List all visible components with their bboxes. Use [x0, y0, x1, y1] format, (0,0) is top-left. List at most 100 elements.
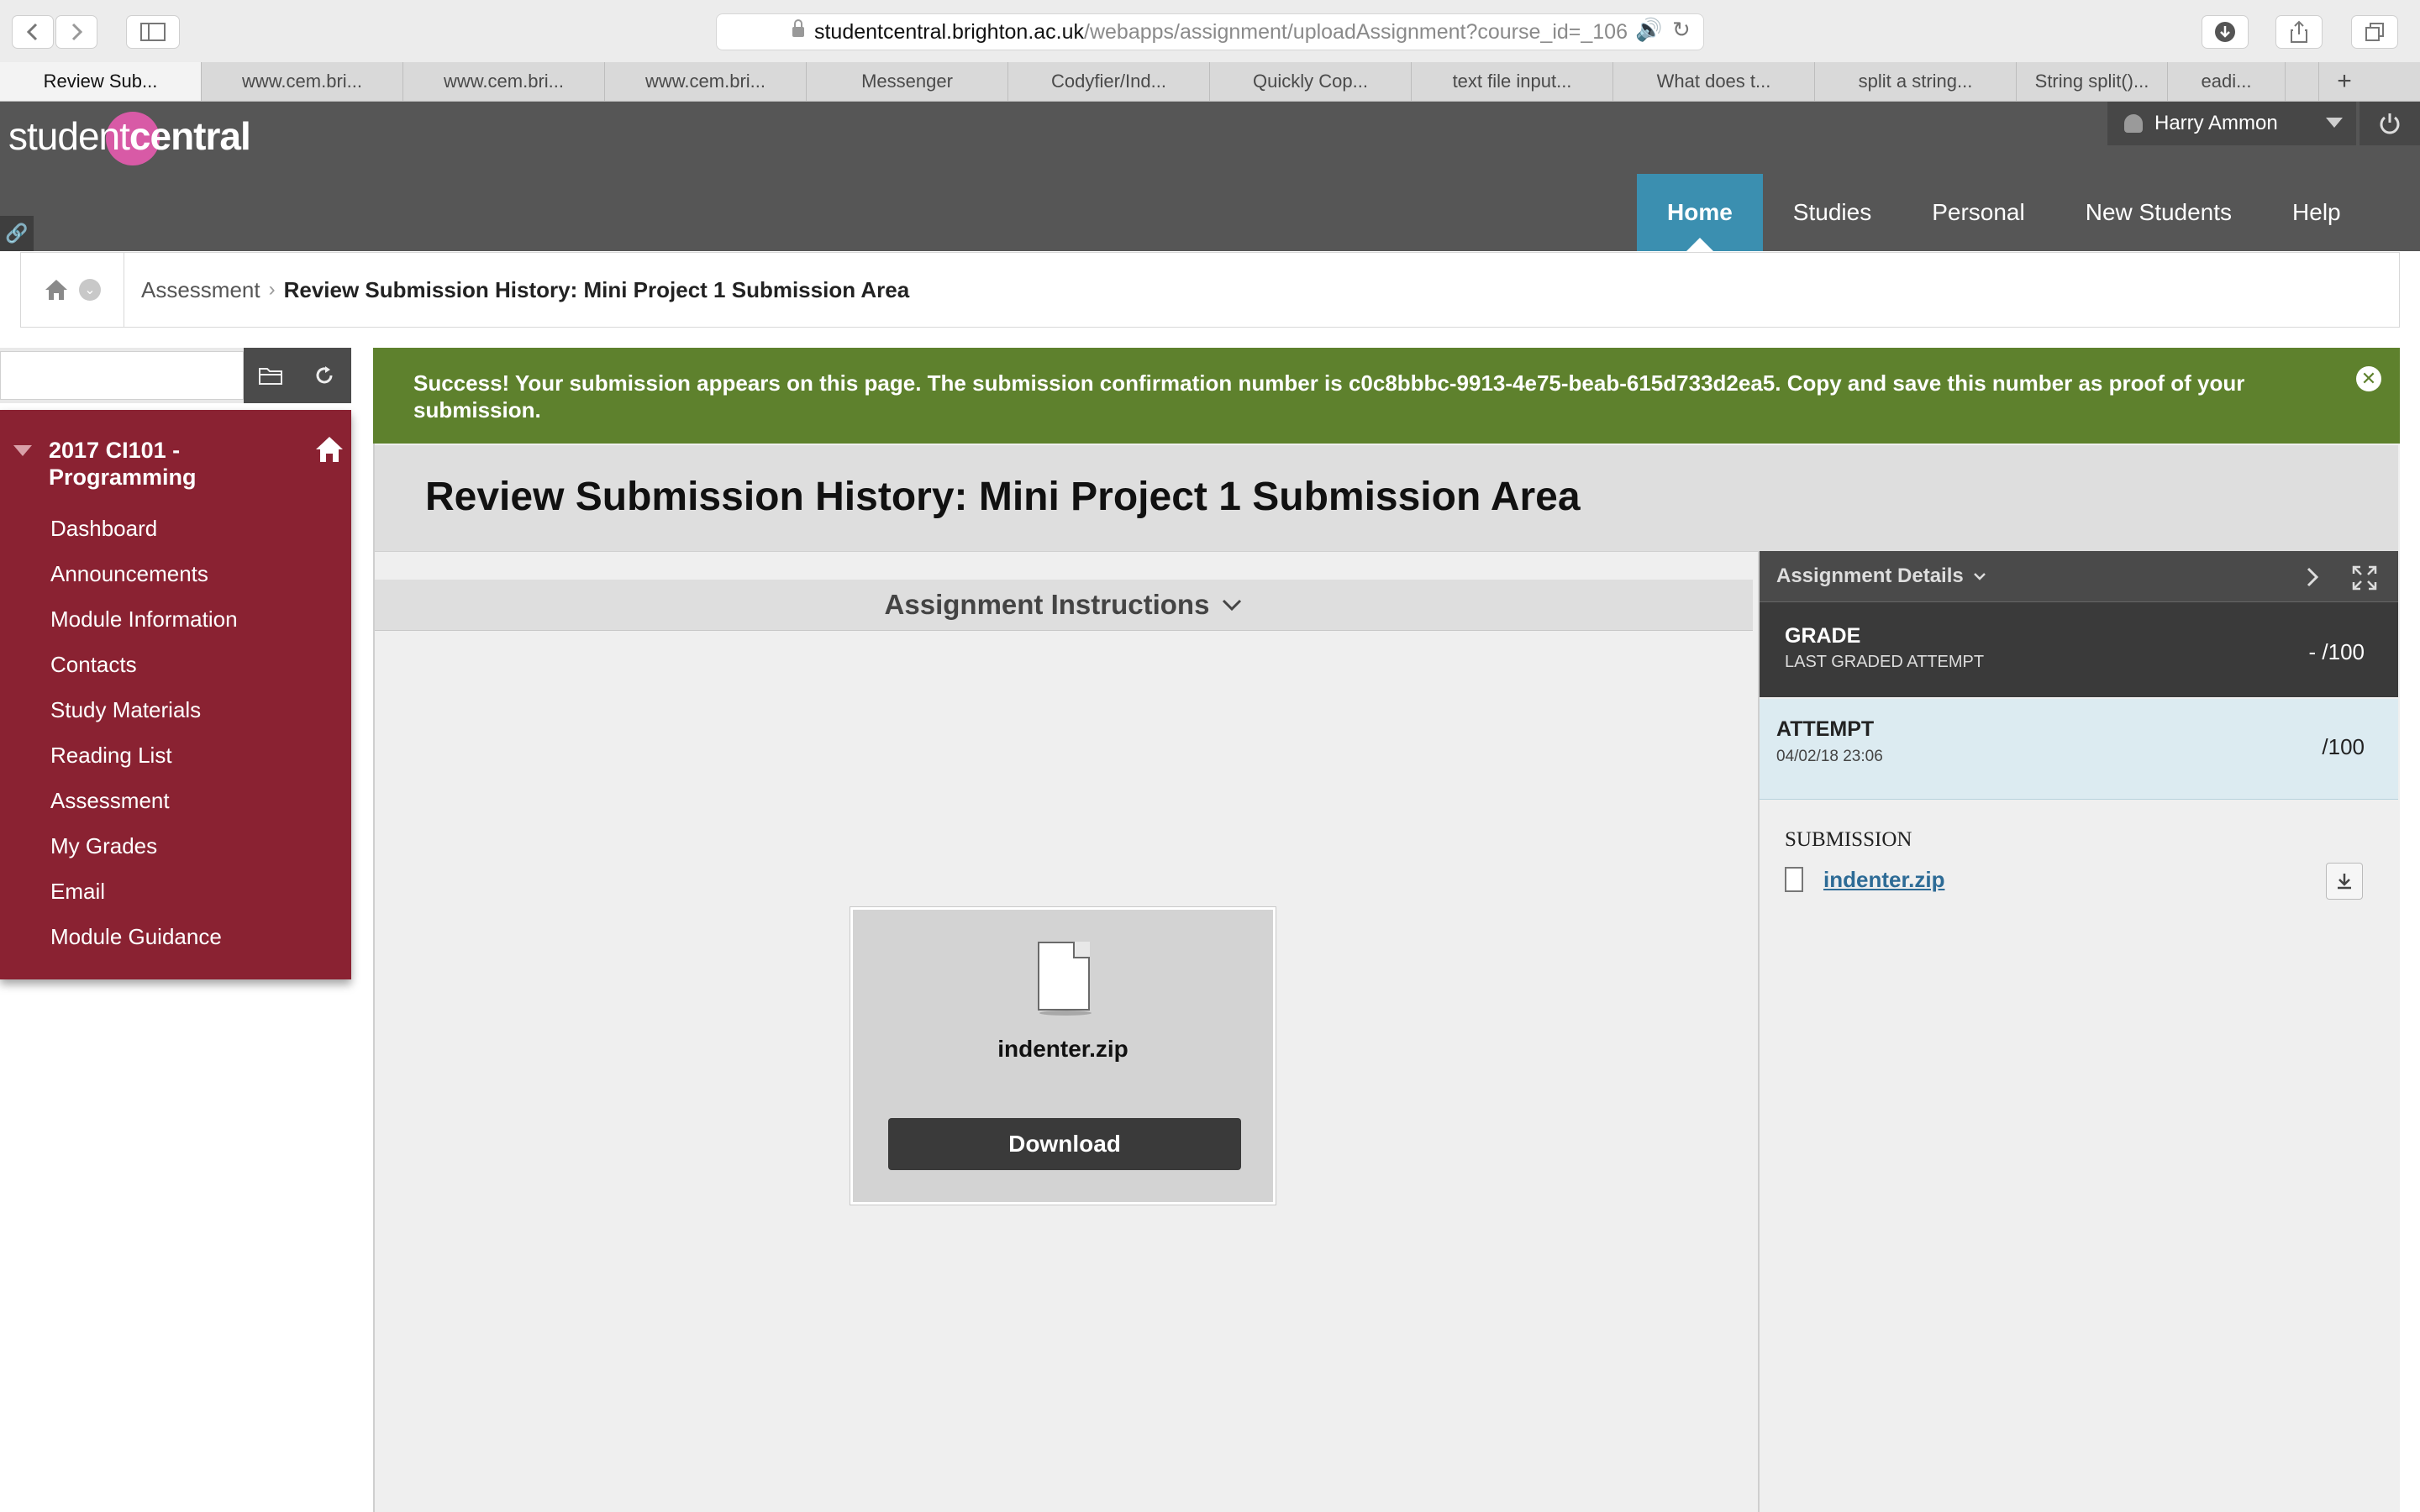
assignment-details-header[interactable]: Assignment Details — [1760, 551, 2398, 601]
submission-label: SUBMISSION — [1785, 828, 1912, 851]
url-host: studentcentral.brighton.ac.uk — [813, 19, 1085, 44]
nav-new-students[interactable]: New Students — [2055, 174, 2262, 251]
reload-icon[interactable]: ↻ — [1672, 17, 1691, 43]
close-icon[interactable]: ✕ — [2356, 366, 2381, 391]
menu-item-contacts[interactable]: Contacts — [50, 642, 238, 687]
download-icon — [2338, 874, 2351, 890]
nav-studies[interactable]: Studies — [1763, 174, 1902, 251]
browser-tab[interactable]: Review Sub... — [0, 62, 202, 101]
address-bar[interactable]: studentcentral.brighton.ac.uk/webapps/as… — [716, 13, 1704, 50]
browser-toolbar: studentcentral.brighton.ac.uk/webapps/as… — [0, 0, 2420, 63]
course-menu: 2017 CI101 - Programming Dashboard Annou… — [0, 410, 351, 979]
course-menu-toolbar — [0, 348, 351, 403]
downloads-button[interactable] — [2202, 15, 2249, 49]
attempt-label: ATTEMPT — [1776, 717, 1875, 741]
menu-item-study-materials[interactable]: Study Materials — [50, 687, 238, 732]
course-menu-list: Dashboard Announcements Module Informati… — [50, 506, 238, 959]
refresh-icon — [316, 366, 333, 384]
chevron-down-circle-icon[interactable]: ⌄ — [79, 279, 101, 301]
download-circle-icon — [2215, 22, 2235, 42]
studentcentral-logo[interactable]: student central — [8, 107, 251, 165]
share-button[interactable] — [2275, 15, 2323, 49]
sidebar-icon — [140, 23, 166, 41]
submission-download-button[interactable] — [2326, 863, 2363, 900]
browser-tab[interactable]: www.cem.bri... — [403, 62, 605, 101]
breadcrumb-assessment[interactable]: Assessment — [141, 277, 260, 303]
file-preview-card: indenter.zip Download — [850, 907, 1276, 1205]
home-icon — [45, 280, 67, 300]
lock-icon — [792, 19, 804, 37]
browser-tab[interactable]: www.cem.bri... — [605, 62, 807, 101]
course-title[interactable]: 2017 CI101 - Programming — [49, 437, 301, 491]
course-menu-search-input[interactable] — [0, 351, 244, 400]
share-icon — [2291, 20, 2307, 43]
browser-tab[interactable]: Quickly Cop... — [1210, 62, 1412, 101]
expand-icon[interactable] — [2351, 564, 2378, 591]
new-tab-button[interactable]: + — [2319, 62, 2370, 101]
page-title-bar: Review Submission History: Mini Project … — [375, 445, 2398, 552]
caret-down-icon — [2326, 118, 2343, 128]
url-path: /webapps/assignment/uploadAssignment?cou… — [1084, 19, 1628, 44]
folder-view-button[interactable] — [244, 348, 297, 403]
file-shadow — [1039, 1011, 1092, 1016]
browser-tab[interactable]: Messenger — [807, 62, 1008, 101]
refresh-button[interactable] — [297, 348, 351, 403]
browser-tab[interactable]: text file input... — [1412, 62, 1613, 101]
download-button[interactable]: Download — [888, 1118, 1241, 1170]
grade-sublabel: LAST GRADED ATTEMPT — [1785, 653, 1985, 671]
success-message: Success! Your submission appears on this… — [373, 348, 2400, 444]
chevron-right-icon — [71, 23, 83, 41]
course-home-icon[interactable] — [314, 435, 345, 464]
menu-item-reading-list[interactable]: Reading List — [50, 732, 238, 778]
menu-item-module-guidance[interactable]: Module Guidance — [50, 914, 238, 959]
menu-item-assessment[interactable]: Assessment — [50, 778, 238, 823]
browser-tab[interactable]: split a string... — [1815, 62, 2017, 101]
logo-part1: student — [8, 114, 130, 158]
tab-overflow[interactable] — [2286, 62, 2319, 101]
sidebar-toggle-button[interactable] — [126, 15, 180, 49]
nav-personal[interactable]: Personal — [1902, 174, 2055, 251]
menu-item-my-grades[interactable]: My Grades — [50, 823, 238, 869]
success-text: Success! Your submission appears on this… — [413, 370, 2245, 423]
logout-button[interactable] — [2360, 102, 2420, 145]
chevron-down-small-icon — [1973, 573, 1986, 580]
main-nav: Home Studies Personal New Students Help — [1637, 174, 2371, 251]
browser-tab[interactable]: eadi... — [2168, 62, 2286, 101]
grade-label: GRADE — [1785, 624, 1861, 648]
browser-tab[interactable]: Codyfier/Ind... — [1008, 62, 1210, 101]
folder-icon — [259, 368, 282, 385]
attempt-block[interactable]: ATTEMPT 04/02/18 23:06 /100 — [1760, 699, 2398, 800]
tab-strip: Review Sub... www.cem.bri... www.cem.bri… — [0, 62, 2420, 102]
menu-item-email[interactable]: Email — [50, 869, 238, 914]
page-title: Review Submission History: Mini Project … — [425, 475, 1581, 519]
breadcrumb-home[interactable]: ⌄ — [21, 253, 124, 327]
nav-home[interactable]: Home — [1637, 174, 1763, 251]
logo-part2: central — [129, 114, 251, 158]
breadcrumb-current: Review Submission History: Mini Project … — [283, 276, 910, 302]
browser-tab[interactable]: What does t... — [1613, 62, 1815, 101]
menu-item-announcements[interactable]: Announcements — [50, 551, 238, 596]
back-button[interactable] — [12, 15, 54, 49]
collapse-panel-icon[interactable] — [2306, 566, 2319, 588]
browser-tab[interactable]: String split()... — [2017, 62, 2168, 101]
link-icon[interactable]: 🔗 — [0, 216, 34, 251]
menu-item-module-information[interactable]: Module Information — [50, 596, 238, 642]
forward-button[interactable] — [55, 15, 97, 49]
file-icon — [1785, 867, 1803, 892]
breadcrumb-separator: › — [268, 278, 276, 301]
submission-file-link[interactable]: indenter.zip — [1823, 867, 1944, 893]
nav-help[interactable]: Help — [2262, 174, 2371, 251]
collapse-caret-icon[interactable] — [13, 445, 32, 456]
menu-item-dashboard[interactable]: Dashboard — [50, 506, 238, 551]
user-menu[interactable]: Harry Ammon — [2107, 102, 2356, 145]
chevron-down-icon — [1223, 599, 1242, 612]
attempt-date: 04/02/18 23:06 — [1776, 748, 1883, 765]
power-icon — [2380, 113, 2400, 134]
grade-block: GRADE LAST GRADED ATTEMPT - /100 — [1760, 601, 2398, 697]
file-fold — [1073, 942, 1090, 958]
assignment-instructions-toggle[interactable]: Assignment Instructions — [375, 580, 1753, 631]
speaker-icon[interactable]: 🔊 — [1635, 17, 1662, 43]
attempt-value: /100 — [2322, 734, 2365, 759]
tabs-overview-button[interactable] — [2351, 15, 2398, 49]
browser-tab[interactable]: www.cem.bri... — [202, 62, 403, 101]
